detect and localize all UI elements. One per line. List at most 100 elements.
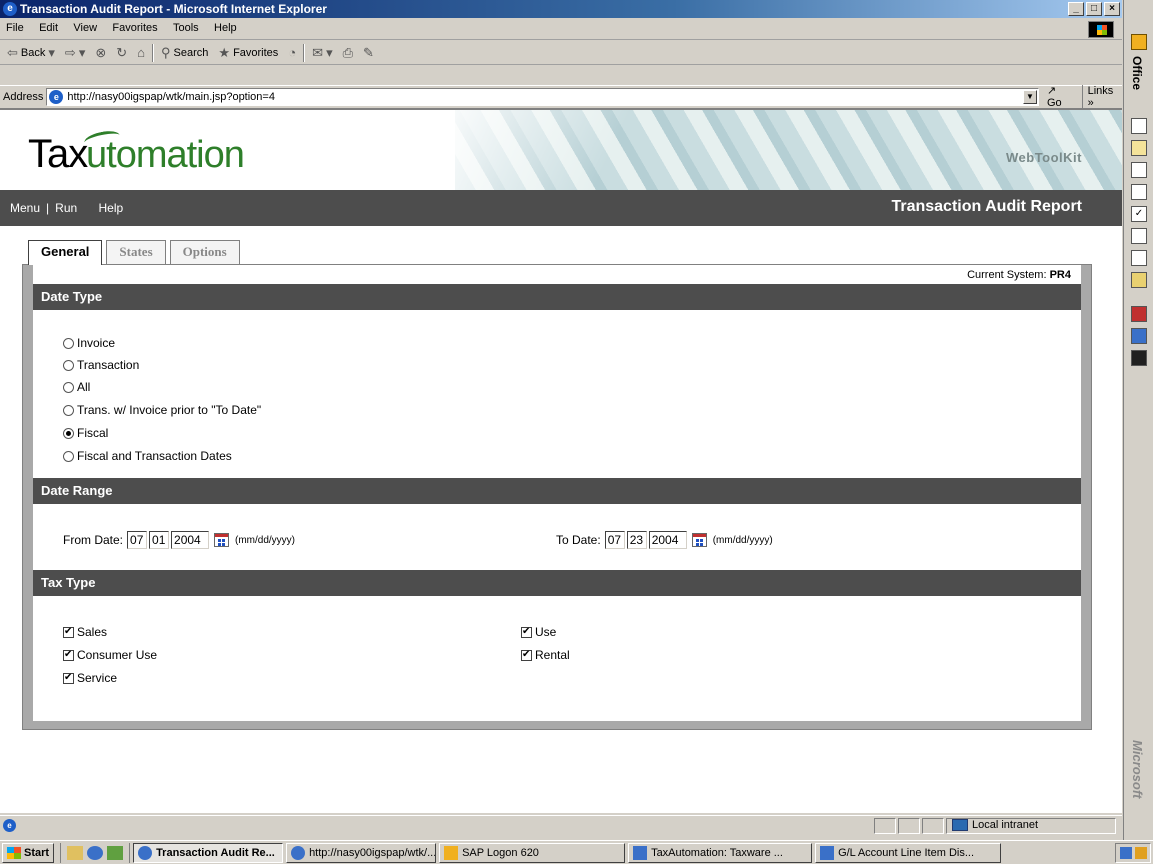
checkbox-checked[interactable] — [521, 625, 532, 639]
start-button[interactable]: Start — [2, 842, 55, 863]
radio-all[interactable]: All — [63, 380, 90, 394]
internet-explorer-icon[interactable] — [87, 845, 104, 860]
menu-edit[interactable]: Edit — [33, 19, 64, 37]
radio-invoice[interactable]: Invoice — [63, 336, 115, 350]
address-label: Address — [3, 90, 44, 103]
minimize-button[interactable]: _ — [1068, 2, 1084, 16]
calendar-icon[interactable] — [1131, 184, 1147, 200]
radio-button[interactable] — [63, 404, 74, 416]
maximize-button[interactable]: □ — [1086, 2, 1102, 16]
task-wtk-url[interactable]: http://nasy00igspap/wtk/... — [286, 842, 437, 863]
close-button[interactable]: × — [1104, 2, 1120, 16]
show-desktop-icon[interactable] — [67, 845, 84, 860]
radio-button-selected[interactable] — [63, 427, 74, 439]
task-gl-account[interactable]: G/L Account Line Item Dis... — [815, 842, 1002, 863]
home-button[interactable]: ⌂ — [134, 43, 148, 63]
radio-trans-invoice-prior[interactable]: Trans. w/ Invoice prior to "To Date" — [63, 403, 261, 417]
tab-options[interactable]: Options — [169, 240, 240, 264]
tax-type-heading: Tax Type — [33, 570, 1081, 596]
note-icon[interactable] — [1131, 228, 1147, 244]
edit-button[interactable]: ✎ — [360, 43, 377, 63]
brand-logo-automation: utomation — [86, 134, 245, 176]
menu-view[interactable]: View — [67, 19, 103, 37]
date-range-heading: Date Range — [33, 478, 1081, 504]
volume-icon[interactable] — [1134, 847, 1147, 859]
radio-button[interactable] — [63, 381, 74, 393]
print-button[interactable]: ⎙ — [340, 43, 356, 63]
taskbar: Start Transaction Audit Re... http://nas… — [0, 840, 1153, 864]
menu-tools[interactable]: Tools — [167, 19, 205, 37]
mail-icon: ✉ — [312, 44, 324, 60]
task-sap-logon[interactable]: SAP Logon 620 — [439, 842, 626, 863]
checkbox-rental[interactable]: Rental — [521, 648, 570, 662]
to-month-input[interactable]: 07 — [604, 531, 625, 549]
network-icon[interactable] — [1119, 847, 1132, 859]
checkbox-sales[interactable]: Sales — [63, 625, 107, 639]
back-button[interactable]: ⇦ Back ▾ — [4, 43, 58, 63]
checkbox-checked[interactable] — [63, 648, 74, 662]
task-transaction-audit[interactable]: Transaction Audit Re... — [133, 842, 284, 863]
window-title: Transaction Audit Report - Microsoft Int… — [20, 2, 327, 16]
nav-menu-link[interactable]: Menu — [10, 201, 40, 215]
address-input[interactable]: e http://nasy00igspap/wtk/main.jsp?optio… — [46, 87, 1039, 106]
current-system: Current System: PR4 — [967, 269, 1071, 281]
checkbox-use[interactable]: Use — [521, 625, 556, 639]
to-day-input[interactable]: 23 — [626, 531, 647, 549]
links-button[interactable]: Links » — [1081, 84, 1122, 109]
quick-launch — [60, 842, 131, 863]
nav-help-link[interactable]: Help — [99, 201, 124, 215]
from-day-input[interactable]: 01 — [149, 531, 170, 549]
outlook-icon[interactable] — [107, 845, 124, 860]
print-icon: ⎙ — [342, 44, 354, 60]
window-controls: _ □ × — [1068, 2, 1120, 16]
menu-bar: File Edit View Favorites Tools Help — [0, 19, 1122, 40]
stop-button[interactable]: ⊗ — [92, 43, 109, 63]
from-calendar-icon[interactable] — [214, 533, 230, 547]
access-icon[interactable] — [1131, 306, 1147, 322]
refresh-button[interactable]: ↻ — [113, 43, 130, 63]
address-dropdown-icon[interactable]: ▼ — [1022, 89, 1037, 104]
menu-file[interactable]: File — [0, 19, 30, 37]
radio-fiscal-and-transaction[interactable]: Fiscal and Transaction Dates — [63, 449, 232, 463]
radio-button[interactable] — [63, 450, 74, 462]
forward-button[interactable]: ⇨ ▾ — [62, 43, 88, 63]
to-year-input[interactable]: 2004 — [648, 531, 687, 549]
from-year-input[interactable]: 2004 — [171, 531, 210, 549]
tab-general[interactable]: General — [28, 240, 103, 265]
new-document-icon[interactable] — [1131, 118, 1147, 134]
security-zone: Local intranet — [952, 819, 1038, 831]
checkbox-checked[interactable] — [63, 625, 74, 639]
sticky-note-icon[interactable] — [1131, 272, 1147, 288]
checkbox-checked[interactable] — [521, 648, 532, 662]
current-system-value: PR4 — [1049, 269, 1071, 281]
radio-button[interactable] — [63, 337, 74, 349]
forward-arrow-icon: ⇨ — [64, 44, 76, 60]
checkbox-consumer-use[interactable]: Consumer Use — [63, 648, 157, 662]
open-document-icon[interactable] — [1131, 140, 1147, 156]
checkbox-checked[interactable] — [63, 671, 74, 685]
radio-transaction[interactable]: Transaction — [63, 358, 139, 372]
tab-panel: Current System: PR4 Date Type Invoice Tr… — [22, 264, 1092, 730]
nav-run-link[interactable]: Run — [55, 201, 77, 215]
checkbox-service[interactable]: Service — [63, 671, 117, 685]
favorites-button[interactable]: ★ Favorites — [215, 43, 281, 63]
command-prompt-icon[interactable] — [1131, 350, 1147, 366]
history-button[interactable]: ◔ — [285, 43, 299, 63]
journal-icon[interactable] — [1131, 250, 1147, 266]
menu-favorites[interactable]: Favorites — [106, 19, 163, 37]
tab-states[interactable]: States — [106, 240, 166, 264]
page-status-icon: e — [3, 819, 16, 832]
office-menu-icon[interactable] — [1131, 34, 1147, 50]
radio-button[interactable] — [63, 359, 74, 371]
to-calendar-icon[interactable] — [691, 533, 707, 547]
from-month-input[interactable]: 07 — [127, 531, 148, 549]
mail-button[interactable]: ✉ ▾ — [309, 43, 335, 63]
task-taxautomation[interactable]: TaxAutomation: Taxware ... — [628, 842, 813, 863]
task-icon[interactable]: ✓ — [1131, 206, 1147, 222]
search-button[interactable]: ⚲ Search — [158, 43, 211, 63]
radio-fiscal[interactable]: Fiscal — [63, 426, 108, 440]
internet-explorer-icon[interactable] — [1131, 328, 1147, 344]
go-button[interactable]: ↗ Go — [1047, 84, 1074, 109]
menu-help[interactable]: Help — [208, 19, 243, 37]
contacts-icon[interactable] — [1131, 162, 1147, 178]
